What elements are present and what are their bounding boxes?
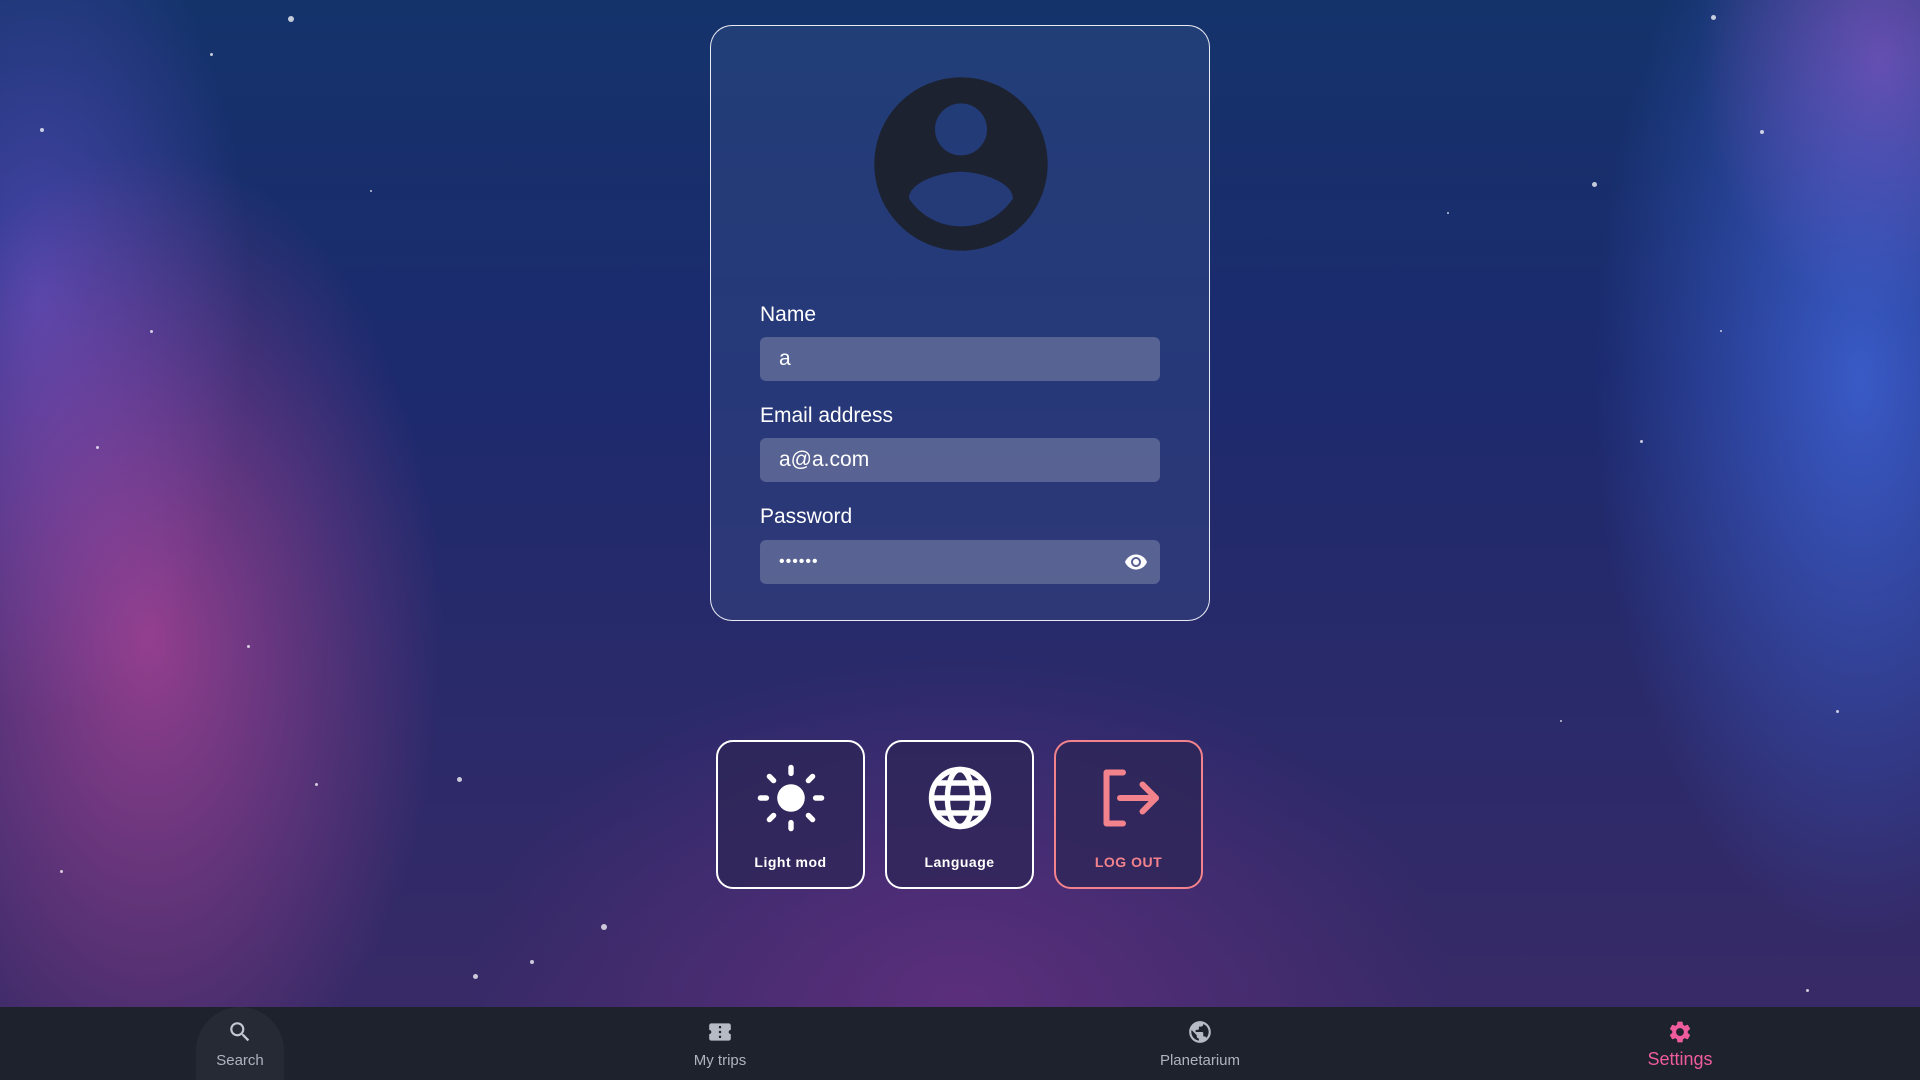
globe-icon [1189, 1021, 1211, 1043]
language-button[interactable]: Language [885, 740, 1034, 889]
name-field[interactable]: a [760, 337, 1160, 381]
globe-icon [928, 766, 992, 830]
logout-icon [1103, 769, 1159, 827]
password-label: Password [760, 505, 853, 528]
nav-item-my-trips[interactable]: My trips [640, 1007, 800, 1080]
name-label: Name [760, 303, 817, 326]
sun-icon [757, 764, 825, 832]
email-value: a@a.com [779, 448, 870, 471]
nav-label-my-trips: My trips [693, 1052, 747, 1069]
nav-label-settings: Settings [1647, 1049, 1713, 1069]
email-label: Email address [760, 404, 894, 427]
eye-icon[interactable] [1124, 550, 1148, 574]
nav-label-search: Search [216, 1052, 264, 1069]
ticket-icon [709, 1023, 731, 1041]
light-mode-button[interactable]: Light mod [716, 740, 865, 889]
password-field[interactable]: •••••• [760, 540, 1160, 584]
nav-item-settings[interactable]: Settings [1600, 1007, 1760, 1080]
account-circle-icon [874, 77, 1048, 251]
nav-item-search[interactable]: Search [160, 1007, 320, 1080]
logout-button[interactable]: LOG OUT [1054, 740, 1203, 889]
search-icon [230, 1022, 250, 1042]
email-field[interactable]: a@a.com [760, 438, 1160, 482]
nav-item-planetarium[interactable]: Planetarium [1120, 1007, 1280, 1080]
language-label: Language [924, 854, 995, 870]
light-mode-label: Light mod [754, 854, 827, 870]
name-value: a [779, 347, 791, 370]
gear-icon [1669, 1021, 1691, 1043]
password-value: •••••• [779, 553, 819, 570]
nav-label-planetarium: Planetarium [1159, 1052, 1241, 1069]
logout-label: LOG OUT [1094, 854, 1163, 870]
profile-card: Name a Email address a@a.com Password ••… [710, 25, 1210, 621]
